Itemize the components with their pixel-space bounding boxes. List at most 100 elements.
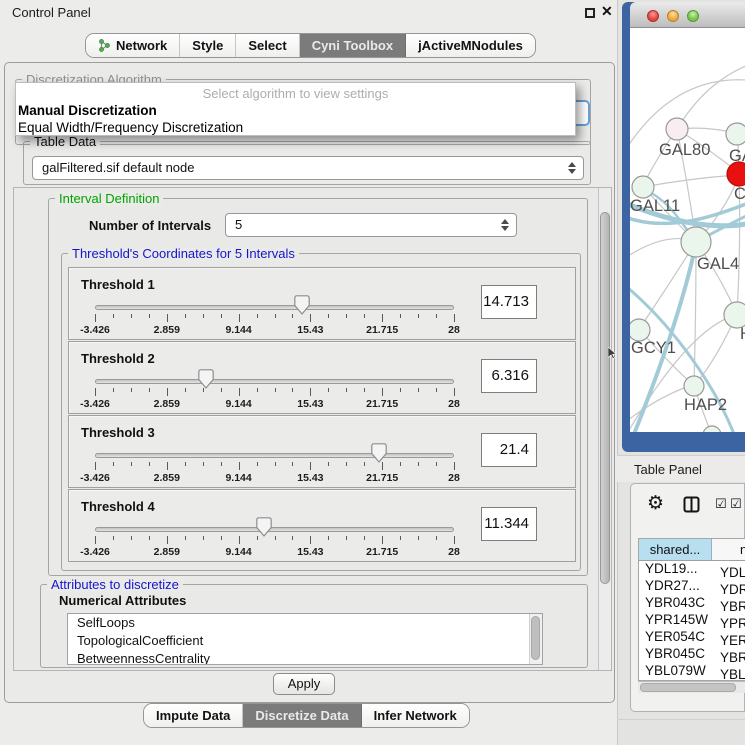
tab-select[interactable]: Select: [236, 34, 299, 57]
edge: [630, 385, 692, 420]
node-label: GAL4: [697, 255, 739, 273]
network-node-ga[interactable]: [726, 123, 745, 145]
threshold-value-field[interactable]: 21.4: [481, 433, 537, 467]
attributes-list-scrollbar[interactable]: [529, 614, 542, 664]
tick-label: 21.715: [366, 324, 398, 336]
tick-mark: [346, 536, 347, 540]
tick-mark: [257, 462, 258, 466]
table-data-combobox[interactable]: galFiltered.sif default node: [32, 156, 584, 180]
tab-label: jActiveMNodules: [418, 38, 523, 53]
network-node-gal4[interactable]: [681, 227, 711, 257]
group-title: Threshold's Coordinates for 5 Intervals: [68, 246, 299, 261]
table-row[interactable]: YBR043CYBR0: [639, 594, 745, 611]
node-label: GCY1: [631, 339, 676, 357]
network-canvas[interactable]: GAL80GACGAL11GAL4GCY1HHAP2: [630, 28, 745, 432]
network-node-c[interactable]: [727, 162, 745, 186]
tick-mark: [292, 462, 293, 466]
network-node[interactable]: [703, 426, 721, 432]
checkbox-icon[interactable]: ☑: [715, 497, 727, 512]
slider-thumb[interactable]: [294, 295, 310, 315]
attributes-list[interactable]: SelfLoopsTopologicalCoefficientBetweenne…: [67, 613, 543, 665]
slider-track[interactable]: [95, 453, 454, 458]
slider-thumb[interactable]: [371, 443, 387, 463]
apply-button[interactable]: Apply: [273, 673, 335, 695]
tick-mark: [149, 314, 150, 318]
tab-cyni-toolbox[interactable]: Cyni Toolbox: [300, 34, 406, 57]
slider-ticks: [95, 462, 454, 471]
mac-zoom-icon[interactable]: [687, 10, 699, 22]
tick-mark: [310, 462, 311, 470]
threshold-value-field[interactable]: 6.316: [481, 359, 537, 393]
network-window-titlebar[interactable]: [630, 2, 745, 28]
tick-mark: [346, 462, 347, 466]
close-icon[interactable]: ✕: [601, 3, 613, 20]
attributes-group: Attributes to discretize Numerical Attri…: [40, 584, 588, 668]
split-columns-icon[interactable]: [683, 496, 700, 516]
cell-shared-name: YPR145W: [639, 611, 713, 628]
attribute-item-selfloops[interactable]: SelfLoops: [68, 614, 542, 632]
tab-impute-data[interactable]: Impute Data: [144, 704, 243, 727]
table-row[interactable]: YBR045CYBR0: [639, 645, 745, 662]
popup-item-equal-width-frequency-discretization[interactable]: Equal Width/Frequency Discretization: [16, 119, 575, 136]
slider-track[interactable]: [95, 379, 454, 384]
slider-track[interactable]: [95, 305, 454, 310]
cyni-bottom-tabbar: Impute DataDiscretize Data Infer Network: [143, 703, 470, 728]
slider-ticks: [95, 388, 454, 397]
table-body: YDL19...YDL1YDR27...YDR2YBR043CYBR0YPR14…: [639, 560, 745, 681]
tab-style[interactable]: Style: [180, 34, 236, 57]
tab-jactivemnodules[interactable]: jActiveMNodules: [406, 34, 535, 57]
stepper-arrows-icon: [501, 219, 509, 231]
threshold-panel-4: Threshold 4-3.4262.8599.14415.4321.71528…: [68, 489, 576, 562]
tick-mark: [239, 314, 240, 322]
network-graph[interactable]: GAL80GACGAL11GAL4GCY1HHAP2: [630, 28, 745, 432]
tick-mark: [328, 536, 329, 540]
tick-mark: [292, 388, 293, 392]
attribute-item-betweennesscentrality[interactable]: BetweennessCentrality: [68, 650, 542, 665]
tick-label: 9.144: [225, 398, 251, 410]
table-row[interactable]: YDL19...YDL1: [639, 560, 745, 577]
column-header-name[interactable]: n: [712, 539, 745, 560]
number-of-intervals-combobox[interactable]: 5: [225, 213, 517, 237]
tick-label: 21.715: [366, 398, 398, 410]
panel-vertical-scrollbar[interactable]: [598, 188, 612, 670]
table-row[interactable]: YDR27...YDR2: [639, 577, 745, 594]
tick-mark: [95, 462, 96, 470]
table-row[interactable]: YBL079WYBL0: [639, 662, 745, 679]
tick-mark: [436, 388, 437, 392]
slider-thumb[interactable]: [256, 517, 272, 537]
tab-label: Network: [116, 38, 167, 53]
tab-discretize-data[interactable]: Discretize Data: [243, 704, 361, 727]
threshold-value-field[interactable]: 11.344: [481, 507, 537, 541]
tick-mark: [95, 314, 96, 322]
network-view-window: GAL80GACGAL11GAL4GCY1HHAP2: [622, 2, 745, 452]
threshold-value-field[interactable]: 14.713: [481, 285, 537, 319]
mac-close-icon[interactable]: [647, 10, 659, 22]
table-header-row: shared... n: [639, 539, 745, 561]
tick-mark: [113, 388, 114, 392]
tab-network[interactable]: Network: [86, 34, 180, 57]
checkbox-icon[interactable]: ☑: [730, 497, 742, 512]
tick-mark: [364, 536, 365, 540]
table-row[interactable]: YER054CYER0: [639, 628, 745, 645]
tick-mark: [454, 388, 455, 396]
slider-thumb[interactable]: [198, 369, 214, 389]
table-row[interactable]: YPR145WYPR1: [639, 611, 745, 628]
network-node-gcy1[interactable]: [630, 319, 650, 341]
table-panel-title: Table Panel: [634, 462, 702, 477]
gear-icon[interactable]: ⚙: [647, 492, 664, 514]
tab-infer-network[interactable]: Infer Network: [362, 704, 469, 727]
slider-track[interactable]: [95, 527, 454, 532]
attribute-item-topologicalcoefficient[interactable]: TopologicalCoefficient: [68, 632, 542, 650]
float-panel-icon[interactable]: [585, 8, 595, 18]
column-header-shared-name[interactable]: shared...: [639, 539, 712, 560]
table-panel-titlebar: Table Panel: [617, 455, 745, 482]
mac-minimize-icon[interactable]: [667, 10, 679, 22]
popup-item-manual-discretization[interactable]: Manual Discretization: [16, 102, 575, 119]
network-node-gal11[interactable]: [632, 176, 654, 198]
network-node-gal80[interactable]: [666, 118, 688, 140]
table-horizontal-scrollbar[interactable]: [638, 681, 745, 693]
stepper-arrows-icon: [568, 162, 576, 174]
tab-label: Infer Network: [374, 708, 457, 723]
tick-mark: [328, 462, 329, 466]
network-node-hap2[interactable]: [684, 376, 704, 396]
